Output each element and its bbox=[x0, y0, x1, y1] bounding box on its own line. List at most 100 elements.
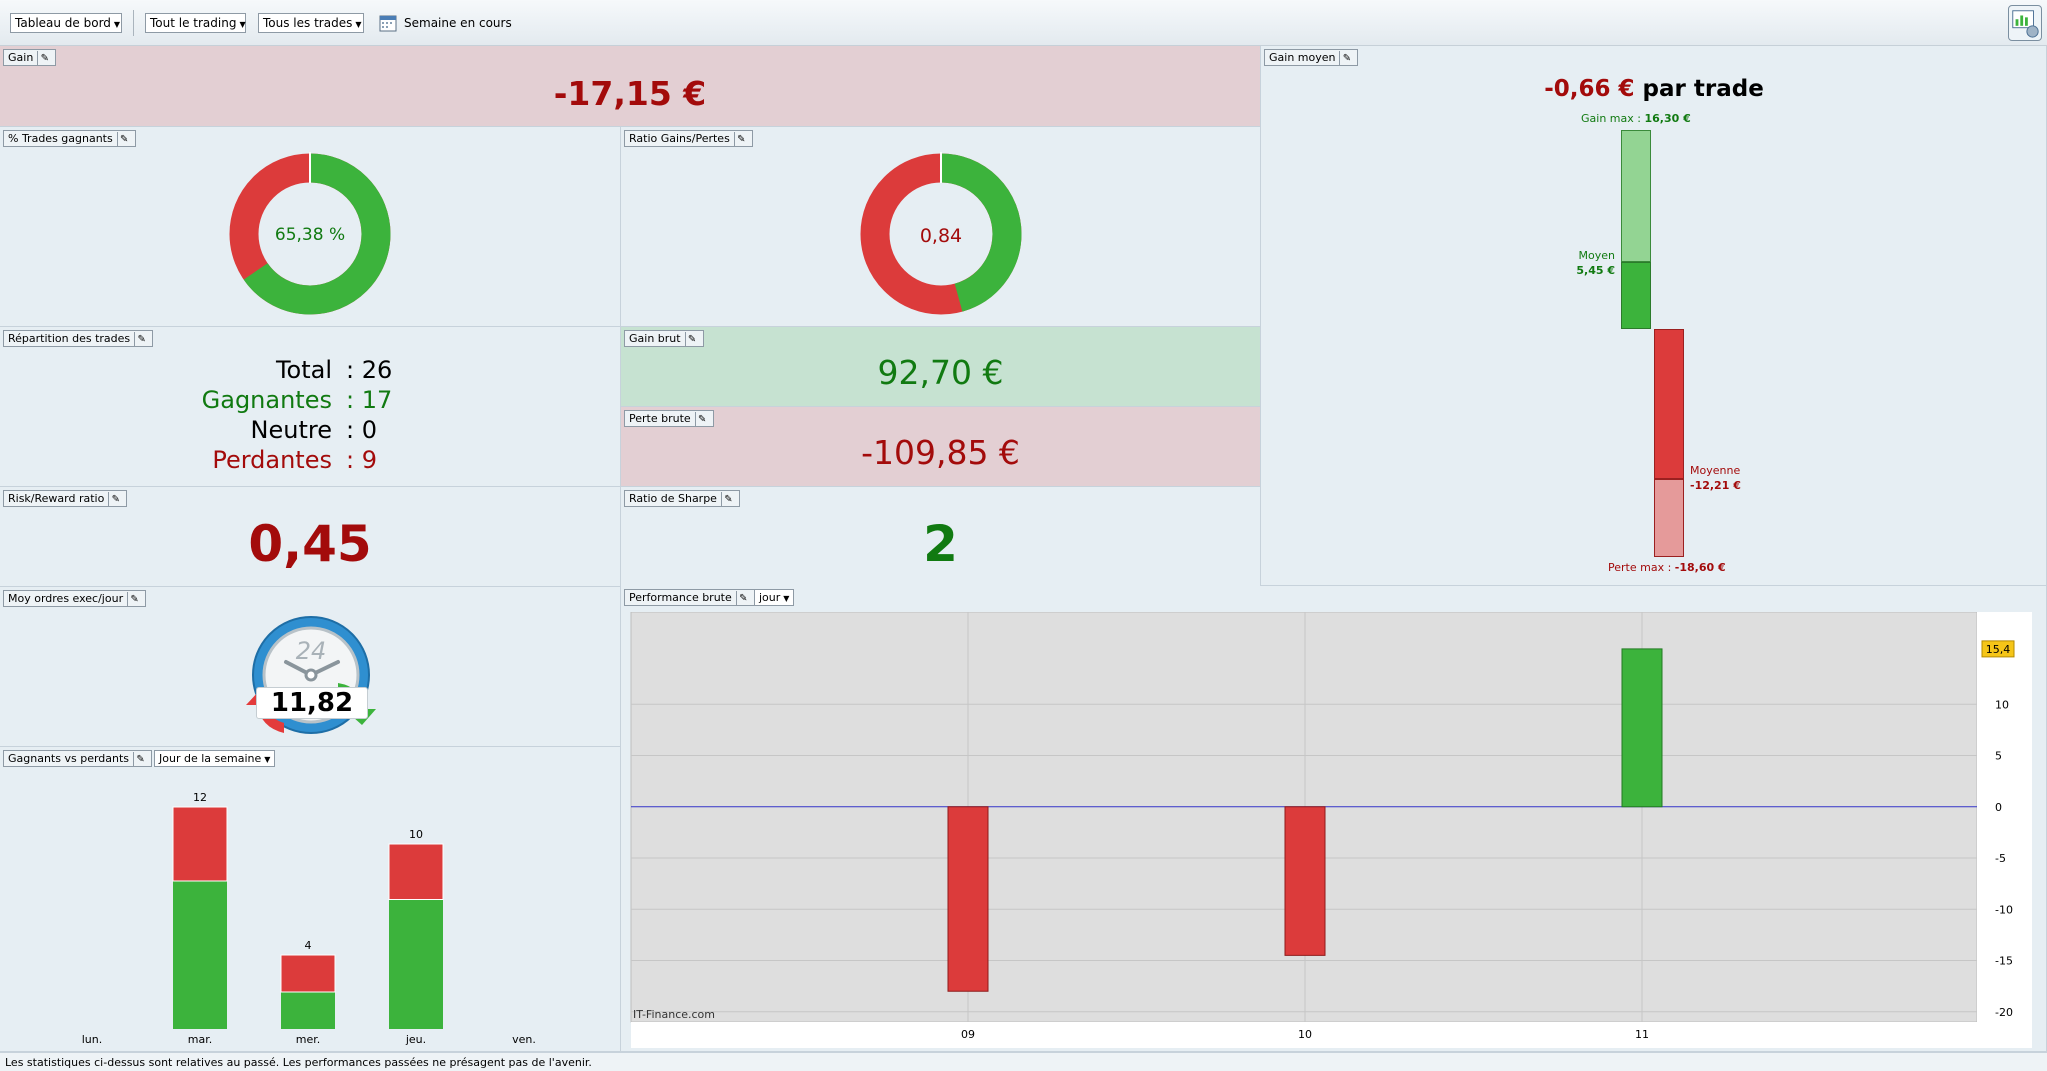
ordres-value: 11,82 bbox=[256, 687, 368, 719]
chevron-down-icon: ▼ bbox=[239, 20, 246, 29]
performance-chart: 10 5 0 -5 -10 -15 -20 09 10 11 15,4 IT-Finance.com bbox=[630, 612, 2032, 1048]
toolbar-separator bbox=[133, 10, 134, 36]
trading-dropdown[interactable]: Tout le trading ▼ bbox=[145, 13, 246, 33]
bar-total-label: 4 bbox=[305, 939, 312, 952]
y-tick-label: -10 bbox=[1995, 903, 2013, 916]
pin-icon[interactable]: ✎ bbox=[108, 492, 122, 507]
perte-brute-panel: Perte brute ✎ -109,85 € bbox=[621, 407, 1261, 487]
gain-moyen-title: Gain moyen ✎ bbox=[1264, 49, 1359, 66]
gain-max-bar bbox=[1621, 130, 1651, 262]
x-tick-label: mar. bbox=[188, 1033, 212, 1046]
y-tick-label: 0 bbox=[1995, 801, 2002, 814]
gain-panel-title: Gain ✎ bbox=[3, 49, 57, 66]
winners-losers-title: Gagnants vs perdants ✎ bbox=[3, 750, 153, 767]
pin-icon[interactable]: ✎ bbox=[720, 492, 735, 507]
pin-icon[interactable]: ✎ bbox=[134, 332, 148, 347]
x-tick-label: mer. bbox=[296, 1033, 321, 1046]
ordres-panel: Moy ordres exec/jour ✎ 24 11,82 bbox=[0, 587, 621, 747]
ordres-title: Moy ordres exec/jour ✎ bbox=[3, 590, 147, 607]
gain-avg-text: Moyen 5,45 € bbox=[1576, 249, 1615, 277]
watermark-label: IT-Finance.com bbox=[633, 1008, 715, 1021]
chevron-down-icon: ▼ bbox=[264, 755, 271, 764]
calendar-icon[interactable] bbox=[379, 14, 397, 32]
trading-dropdown-label: Tout le trading bbox=[150, 16, 237, 30]
risk-reward-title: Risk/Reward ratio ✎ bbox=[3, 490, 128, 507]
pin-icon[interactable]: ✎ bbox=[735, 591, 750, 606]
repartition-row-gagnantes: Gagnantes: 17 bbox=[201, 386, 393, 414]
chevron-down-icon: ▼ bbox=[783, 594, 790, 603]
x-tick-label: lun. bbox=[82, 1033, 103, 1046]
y-tick-label: -15 bbox=[1995, 955, 2013, 968]
bar-total-label: 12 bbox=[193, 791, 207, 804]
pin-icon[interactable]: ✎ bbox=[1339, 51, 1353, 66]
clock-face-number: 24 bbox=[296, 637, 327, 665]
x-tick-label: 11 bbox=[1635, 1028, 1649, 1041]
loss-bar bbox=[1284, 806, 1326, 956]
perte-brute-value: -109,85 € bbox=[861, 433, 1020, 472]
pin-icon[interactable]: ✎ bbox=[694, 412, 709, 427]
losers-bar bbox=[280, 954, 336, 993]
performance-title: Performance brute ✎ bbox=[624, 589, 755, 606]
x-tick-label: 10 bbox=[1298, 1028, 1312, 1041]
x-tick-label: jeu. bbox=[405, 1033, 426, 1046]
dashboard-dropdown-label: Tableau de bord bbox=[15, 16, 111, 30]
repartition-row-neutre: Neutre: 0 bbox=[250, 416, 377, 444]
losers-bar bbox=[172, 806, 228, 882]
gain-value: -17,15 € bbox=[553, 74, 707, 113]
x-tick-label: 09 bbox=[961, 1028, 975, 1041]
pin-icon[interactable]: ✎ bbox=[733, 132, 748, 147]
win-pct-panel: % Trades gagnants ✎ 65,38 % bbox=[0, 127, 621, 327]
x-tick-label: ven. bbox=[512, 1033, 536, 1046]
trades-dropdown-label: Tous les trades bbox=[263, 16, 353, 30]
loss-bar bbox=[947, 806, 989, 992]
repartition-row-perdantes: Perdantes: 9 bbox=[212, 446, 377, 474]
dashboard-dropdown[interactable]: Tableau de bord ▼ bbox=[10, 13, 122, 33]
gain-brut-value: 92,70 € bbox=[877, 353, 1004, 392]
y-tick-label: -20 bbox=[1995, 1006, 2013, 1019]
gain-avg-bar bbox=[1621, 262, 1651, 329]
pin-icon[interactable]: ✎ bbox=[133, 752, 147, 767]
losers-bar bbox=[388, 843, 444, 900]
gain-panel: Gain ✎ -17,15 € bbox=[0, 46, 1261, 127]
repartition-panel: Répartition des trades ✎ Total: 26 Gagnan… bbox=[0, 327, 621, 487]
sharpe-value: 2 bbox=[923, 515, 958, 573]
ratio-gp-panel: Ratio Gains/Pertes ✎ 0,84 bbox=[621, 127, 1261, 327]
loss-avg-text: Moyenne -12,21 € bbox=[1690, 464, 1741, 492]
repartition-list: Total: 26 Gagnantes: 17 Neutre: 0 Perdan… bbox=[0, 355, 621, 475]
repartition-title: Répartition des trades ✎ bbox=[3, 330, 154, 347]
pin-icon[interactable]: ✎ bbox=[127, 592, 141, 607]
performance-panel: Performance brute ✎ jour ▼ 10 5 0 -5 -10 -15 -20… bbox=[621, 586, 2047, 1052]
pin-icon[interactable]: ✎ bbox=[116, 132, 131, 147]
repartition-row-total: Total: 26 bbox=[275, 356, 393, 384]
gain-max-text: Gain max : 16,30 € bbox=[1581, 112, 1691, 125]
bar-total-label: 10 bbox=[409, 828, 423, 841]
period-label[interactable]: Semaine en cours bbox=[404, 14, 512, 32]
risk-reward-panel: Risk/Reward ratio ✎ 0,45 bbox=[0, 487, 621, 587]
y-tick-label: 5 bbox=[1995, 750, 2002, 763]
gain-brut-panel: Gain brut ✎ 92,70 € bbox=[621, 327, 1261, 407]
loss-max-bar bbox=[1654, 479, 1684, 557]
winners-bar bbox=[281, 992, 335, 1029]
winners-losers-chart: lun. 12 mar. 4 mer. 10 jeu. ven. bbox=[82, 791, 536, 1046]
clock-icon: 24 bbox=[246, 616, 376, 734]
ratio-gp-value: 0,84 bbox=[919, 225, 963, 247]
pin-icon[interactable]: ✎ bbox=[684, 332, 699, 347]
win-pct-value: 65,38 % bbox=[274, 225, 346, 245]
settings-app-icon[interactable] bbox=[2008, 5, 2042, 41]
weekday-dropdown[interactable]: Jour de la semaine ▼ bbox=[154, 750, 276, 767]
pin-icon[interactable]: ✎ bbox=[37, 51, 51, 66]
loss-max-text: Perte max : -18,60 € bbox=[1608, 561, 1726, 574]
trades-dropdown[interactable]: Tous les trades ▼ bbox=[258, 13, 364, 33]
y-tick-label: 10 bbox=[1995, 698, 2009, 711]
per-trade-label: par trade bbox=[1642, 76, 1764, 102]
gain-moyen-panel: Gain moyen ✎ -0,66 € par trade Gain max :… bbox=[1261, 46, 2047, 586]
sharpe-title: Ratio de Sharpe ✎ bbox=[624, 490, 740, 507]
gain-bar bbox=[1621, 648, 1663, 808]
winners-bar bbox=[173, 881, 227, 1029]
last-value-label: 15,4 bbox=[1986, 643, 2011, 656]
disclaimer-footer: Les statistiques ci-dessus sont relative… bbox=[0, 1052, 2047, 1071]
x-axis-band bbox=[631, 1022, 2032, 1048]
toolbar: Tableau de bord ▼ Tout le trading ▼ Tous l… bbox=[0, 0, 2047, 46]
avg-gain-value: -0,66 € bbox=[1544, 76, 1635, 102]
period-unit-dropdown[interactable]: jour ▼ bbox=[754, 589, 795, 606]
